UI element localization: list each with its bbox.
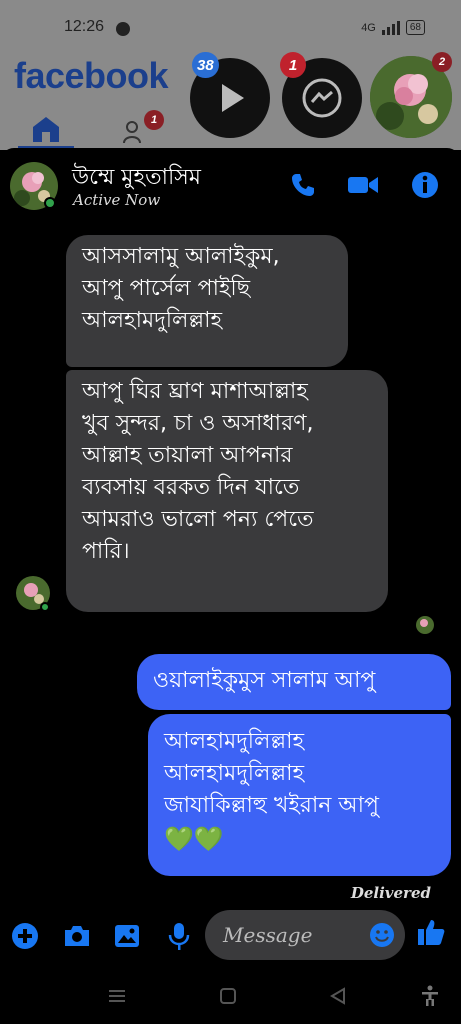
messenger-badge: 1	[280, 52, 306, 78]
contact-status: Active Now	[73, 191, 161, 209]
status-indicators: 4G 68	[361, 20, 425, 35]
message-text: আলহামদুলিল্লাহ আলহামদুলিল্লাহ জাযাকিল্লা…	[164, 729, 379, 818]
accessibility-icon[interactable]	[418, 984, 442, 1008]
message-input[interactable]: Message	[205, 910, 405, 960]
info-icon[interactable]	[408, 168, 442, 202]
facebook-logo: facebook	[14, 55, 169, 96]
delivery-status: Delivered	[350, 884, 431, 902]
emoji-icon[interactable]	[369, 922, 395, 948]
status-time: 12:26	[64, 18, 105, 35]
phone-icon[interactable]	[286, 168, 320, 202]
microphone-icon[interactable]	[164, 921, 194, 951]
message-bubble-incoming[interactable]: আসসালামু আলাইকুম, আপু পার্সেল পাইছি আলহা…	[66, 235, 348, 367]
camera-icon[interactable]	[62, 921, 92, 951]
message-bubble-outgoing[interactable]: আলহামদুলিল্লাহ আলহামদুলিল্লাহ জাযাকিল্লা…	[148, 714, 451, 876]
message-bubble-incoming[interactable]: আপু ঘির ঘ্রাণ মাশাআল্লাহ খুব সুন্দর, চা …	[66, 370, 388, 612]
video-camera-icon[interactable]	[346, 168, 380, 202]
seen-receipt-avatar	[416, 616, 434, 634]
watch-badge: 38	[192, 52, 219, 78]
network-label: 4G	[361, 21, 376, 34]
home-icon[interactable]	[30, 114, 62, 144]
signal-icon	[381, 20, 400, 35]
online-indicator	[44, 197, 56, 209]
chat-header: উম্মে মুহতাসিম Active Now	[0, 148, 461, 220]
message-placeholder: Message	[223, 923, 313, 947]
friends-badge: 1	[144, 110, 164, 130]
plus-icon[interactable]	[10, 921, 40, 951]
system-navigation-bar	[0, 968, 461, 1024]
status-bar: 12:26 4G 68	[0, 0, 461, 58]
back-icon[interactable]	[326, 984, 350, 1008]
facebook-tab-row: 1	[0, 110, 461, 150]
profile-badge: 2	[432, 52, 452, 72]
recent-apps-icon[interactable]	[105, 984, 129, 1008]
message-text: আসসালামু আলাইকুম, আপু পার্সেল পাইছি আলহা…	[82, 244, 280, 333]
thumbs-up-icon[interactable]	[416, 917, 446, 947]
online-indicator	[40, 602, 50, 612]
chat-panel: উম্মে মুহতাসিম Active Now আসসালামু আলাইক…	[0, 148, 461, 968]
gallery-icon[interactable]	[112, 921, 142, 951]
green-hearts-emoji: 💚💚	[164, 825, 224, 853]
messenger-notification-icon	[116, 22, 130, 36]
message-bubble-outgoing[interactable]: ওয়ালাইকুমুস সালাম আপু	[137, 654, 451, 710]
message-text: আপু ঘির ঘ্রাণ মাশাআল্লাহ খুব সুন্দর, চা …	[82, 379, 314, 564]
message-composer: Message	[0, 905, 461, 965]
home-button-icon[interactable]	[216, 984, 240, 1008]
battery-icon: 68	[405, 20, 425, 35]
facebook-background: 12:26 4G 68 facebook 38 1 2 1	[0, 0, 461, 150]
message-text: ওয়ালাইকুমুস সালাম আপু	[153, 668, 376, 693]
